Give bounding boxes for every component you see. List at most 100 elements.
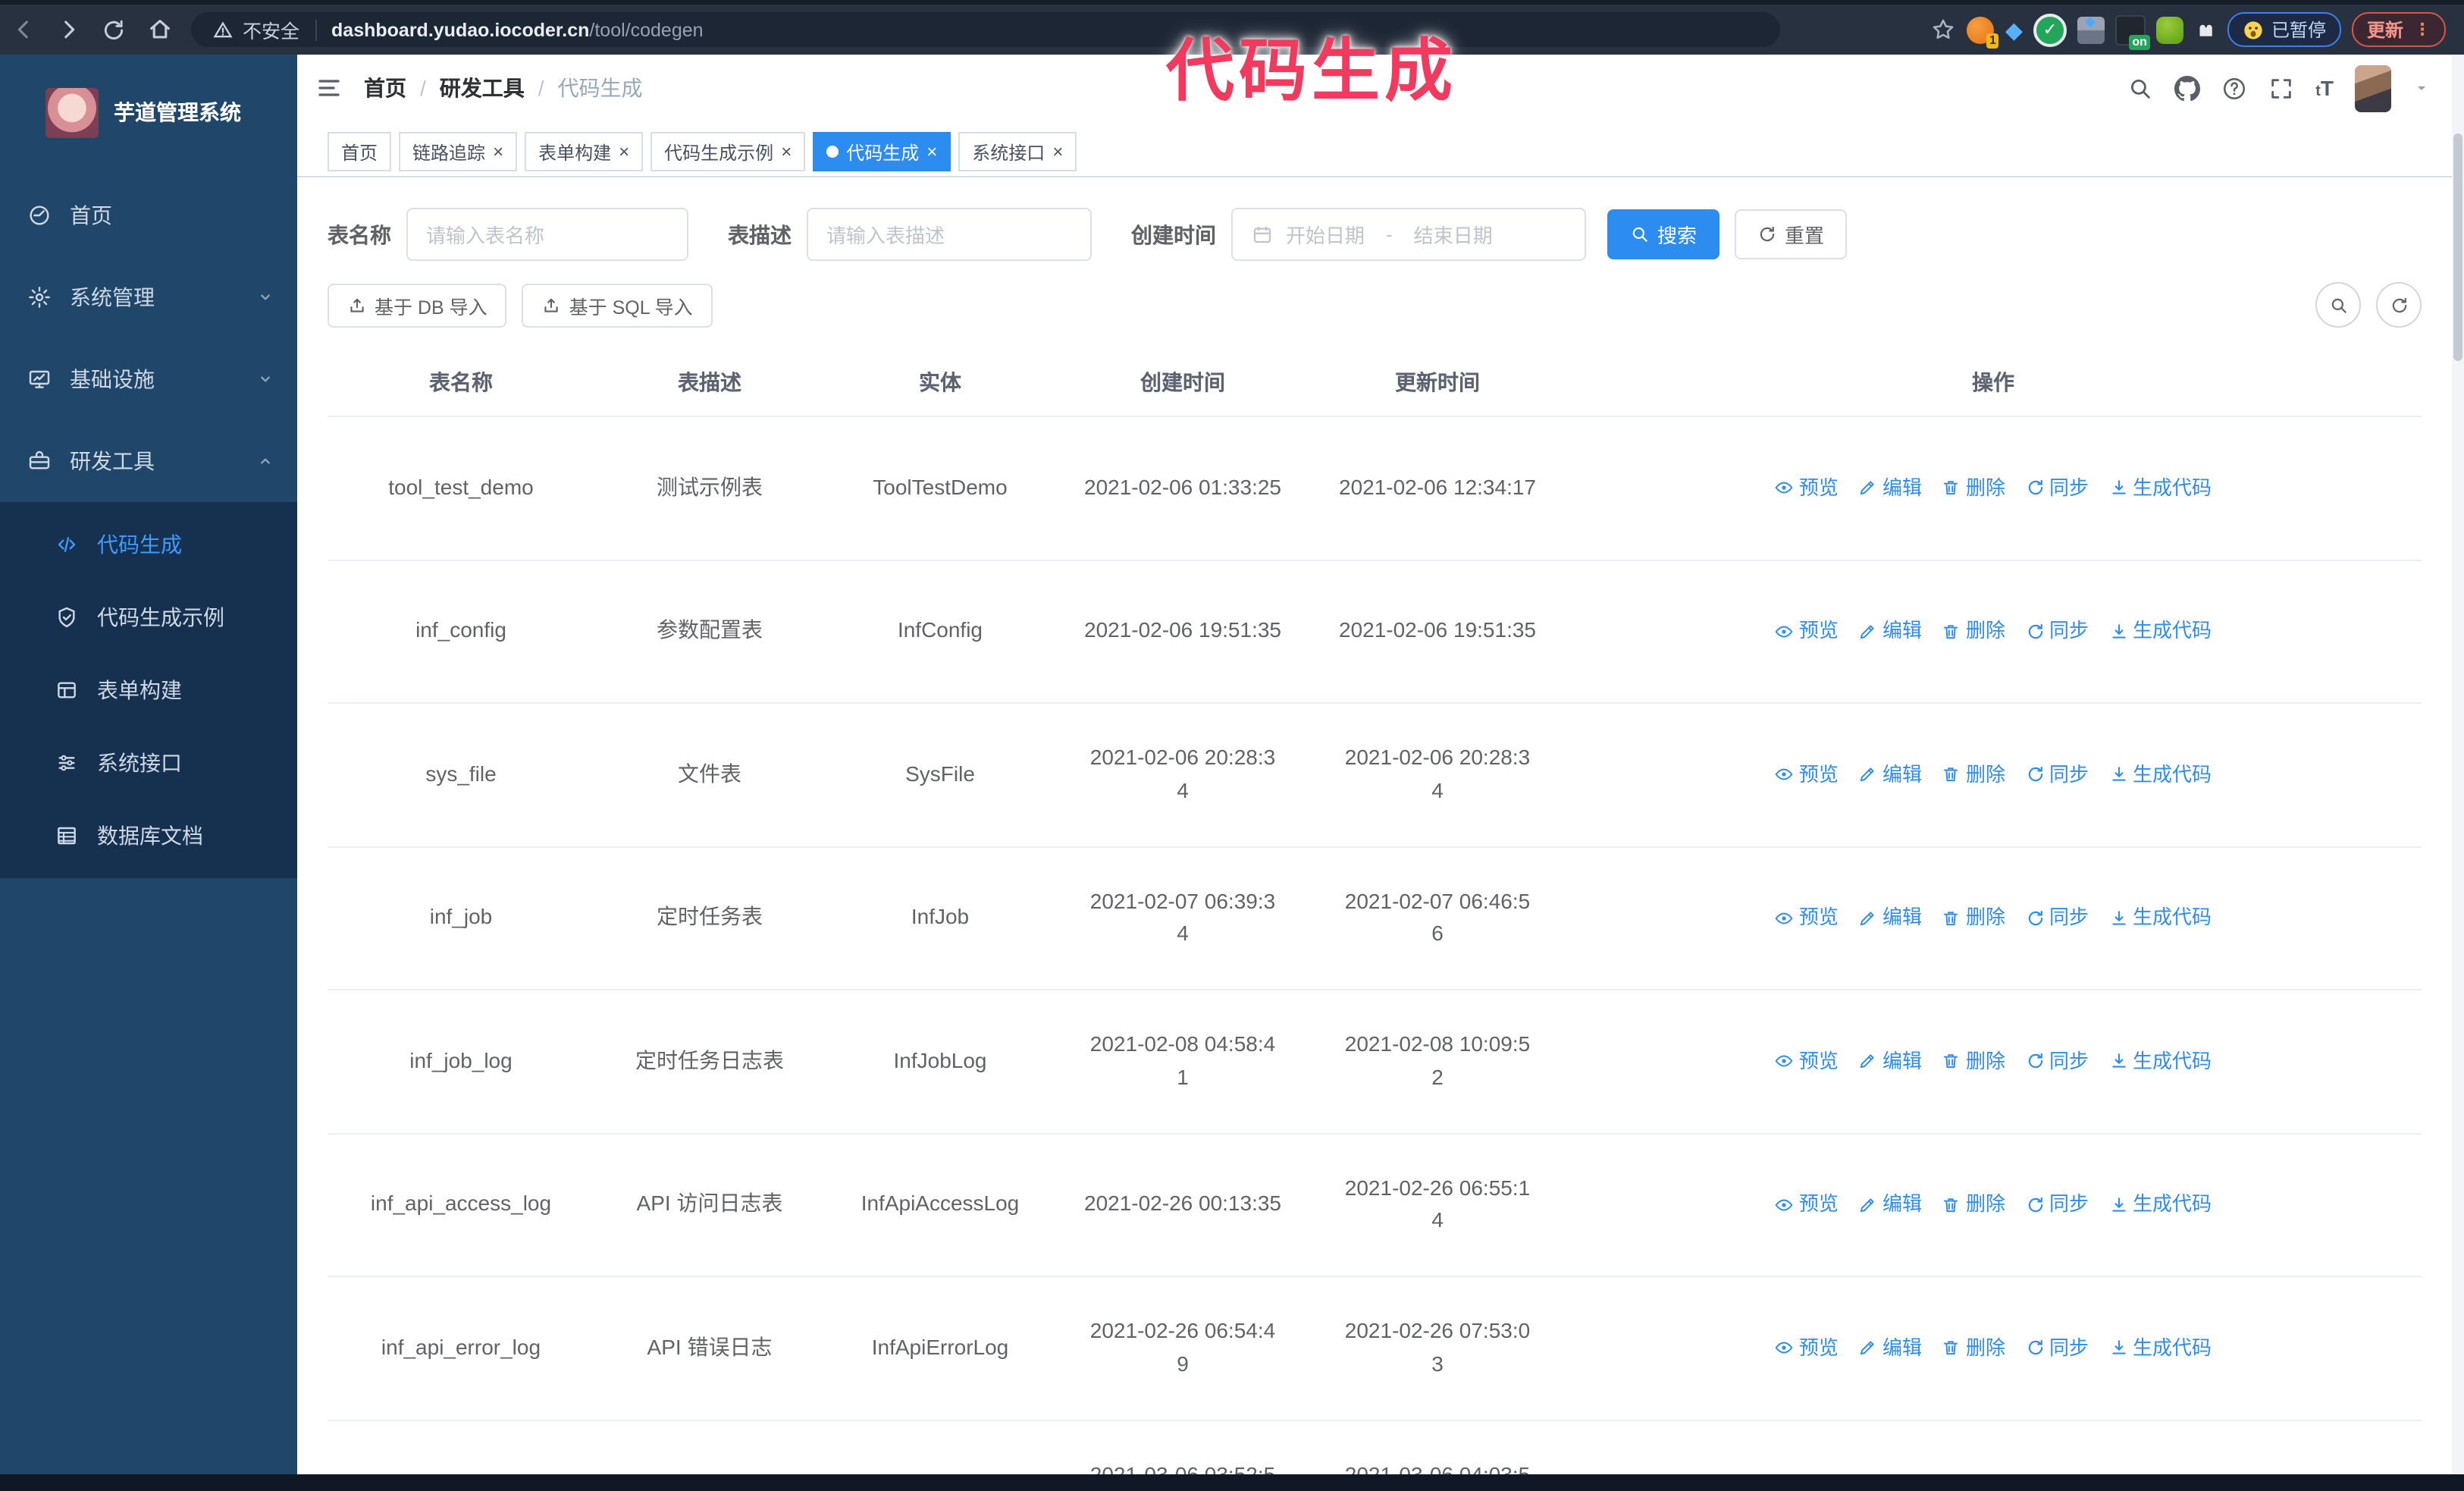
fullscreen-icon[interactable] (2268, 75, 2294, 101)
sync-link[interactable]: 同步 (2025, 1190, 2089, 1220)
tab-form-builder[interactable]: 表单构建 × (525, 132, 644, 171)
edit-link[interactable]: 编辑 (1858, 616, 1922, 646)
preview-link[interactable]: 预览 (1775, 902, 1839, 933)
start-date-input[interactable]: 开始日期 (1286, 220, 1365, 249)
browser-home-icon[interactable] (136, 10, 182, 49)
browser-menu-dots-icon[interactable]: ⋮ (2414, 21, 2431, 38)
sync-link[interactable]: 同步 (2025, 902, 2089, 933)
delete-link[interactable]: 删除 (1942, 616, 2005, 646)
delete-link[interactable]: 删除 (1942, 1190, 2005, 1220)
close-icon[interactable]: × (1052, 143, 1063, 161)
refresh-table-button[interactable] (2376, 282, 2422, 328)
page-scrollbar[interactable] (2452, 50, 2464, 1474)
end-date-input[interactable]: 结束日期 (1414, 220, 1493, 249)
sidebar-item-devtools[interactable]: 研发工具 (0, 420, 297, 502)
preview-link[interactable]: 预览 (1775, 1333, 1839, 1364)
preview-link[interactable]: 预览 (1775, 472, 1839, 503)
delete-link[interactable]: 删除 (1942, 1047, 2005, 1077)
import-db-button[interactable]: 基于 DB 导入 (328, 283, 507, 327)
reset-button[interactable]: 重置 (1735, 209, 1848, 259)
sidebar-item-form-builder[interactable]: 表单构建 (0, 654, 297, 727)
tab-codegen-demo[interactable]: 代码生成示例 × (650, 132, 806, 171)
cell-updated-time: 2021-02-06 19:51:35 (1310, 560, 1565, 705)
date-range-picker[interactable]: 开始日期 - 结束日期 (1231, 208, 1586, 261)
preview-link[interactable]: 预览 (1775, 1190, 1839, 1220)
cell-created-time: 2021-02-07 06:39:3 4 (1055, 846, 1310, 991)
active-tab-dot (826, 146, 839, 158)
table-name-input[interactable]: 请输入表名称 (406, 208, 688, 261)
sidebar-item-system-api[interactable]: 系统接口 (0, 727, 297, 799)
tampermonkey-paused-badge[interactable]: 已暂停 (2227, 12, 2341, 47)
edit-link[interactable]: 编辑 (1858, 759, 1922, 789)
header-search-icon[interactable] (2127, 75, 2153, 101)
sidebar-item-db-doc[interactable]: 数据库文档 (0, 799, 297, 872)
delete-link[interactable]: 删除 (1942, 759, 2005, 789)
sync-link[interactable]: 同步 (2025, 1047, 2089, 1077)
close-icon[interactable]: × (619, 143, 629, 161)
sidebar-item-codegen-demo[interactable]: 代码生成示例 (0, 581, 297, 654)
edit-link[interactable]: 编辑 (1858, 1333, 1922, 1364)
browser-update-button[interactable]: 更新 ⋮ (2351, 12, 2446, 47)
edit-link[interactable]: 编辑 (1858, 1190, 1922, 1220)
sidebar-item-home[interactable]: 首页 (0, 174, 297, 256)
check-extension-icon[interactable]: ✓ (2033, 13, 2067, 46)
delete-link[interactable]: 删除 (1942, 1333, 2005, 1364)
scrollbar-thumb[interactable] (2453, 133, 2462, 361)
breadcrumb-home[interactable]: 首页 (364, 73, 406, 103)
browser-reload-icon[interactable] (91, 10, 136, 49)
sync-link[interactable]: 同步 (2025, 759, 2089, 789)
close-icon[interactable]: × (926, 143, 937, 161)
sidebar-item-codegen[interactable]: 代码生成 (0, 508, 297, 581)
font-size-icon[interactable]: tT (2315, 76, 2334, 100)
table-desc-input[interactable]: 请输入表描述 (807, 208, 1092, 261)
close-icon[interactable]: × (493, 143, 503, 161)
edit-link[interactable]: 编辑 (1858, 1047, 1922, 1077)
sync-link[interactable]: 同步 (2025, 472, 2089, 503)
user-avatar[interactable] (2355, 64, 2391, 111)
edit-link[interactable]: 编辑 (1858, 472, 1922, 503)
colorpicker-extension-icon[interactable]: 1 (1967, 16, 1999, 48)
generate-code-link[interactable]: 生成代码 (2108, 1333, 2212, 1364)
generate-code-link[interactable]: 生成代码 (2108, 1047, 2212, 1077)
help-question-icon[interactable] (2221, 75, 2247, 101)
toggle-search-button[interactable] (2315, 282, 2361, 328)
generate-code-link[interactable]: 生成代码 (2108, 472, 2212, 503)
delete-link[interactable]: 删除 (1942, 902, 2005, 933)
sidebar-item-system[interactable]: 系统管理 (0, 256, 297, 338)
close-icon[interactable]: × (781, 143, 792, 161)
edit-link[interactable]: 编辑 (1858, 902, 1922, 933)
generate-code-link[interactable]: 生成代码 (2108, 1190, 2212, 1220)
sync-link[interactable]: 同步 (2025, 1333, 2089, 1364)
browser-back-icon[interactable] (0, 10, 45, 49)
search-button[interactable]: 搜索 (1607, 209, 1720, 259)
browser-forward-icon[interactable] (45, 10, 91, 49)
green-extension-icon[interactable] (2155, 16, 2183, 43)
cell-operations: 预览 编辑 删除 同步 生成代码 (1565, 416, 2422, 561)
import-sql-button[interactable]: 基于 SQL 导入 (522, 283, 713, 327)
tab-home[interactable]: 首页 (328, 132, 392, 171)
gem-extension-icon[interactable]: ◆ (2005, 16, 2023, 43)
avatar-caret-down-icon[interactable] (2412, 79, 2431, 97)
extensions-puzzle-icon[interactable] (2194, 18, 2217, 41)
preview-link[interactable]: 预览 (1775, 616, 1839, 646)
sidebar-logo[interactable]: 芋道管理系统 (0, 50, 297, 174)
hamburger-icon[interactable] (315, 74, 343, 102)
tab-codegen[interactable]: 代码生成 × (813, 132, 951, 171)
preview-link[interactable]: 预览 (1775, 1047, 1839, 1077)
generate-code-link[interactable]: 生成代码 (2108, 759, 2212, 789)
delete-link[interactable]: 删除 (1942, 472, 2005, 503)
address-bar[interactable]: 不安全 dashboard.yudao.iocoder.cn /tool/cod… (191, 12, 1780, 47)
sync-link[interactable]: 同步 (2025, 616, 2089, 646)
tab-tracing[interactable]: 链路追踪 × (399, 132, 518, 171)
generate-code-link[interactable]: 生成代码 (2108, 616, 2212, 646)
download-icon (2108, 909, 2128, 928)
github-icon[interactable] (2174, 75, 2200, 101)
grid-extension-icon[interactable]: ◆ (2077, 13, 2105, 43)
generate-code-link[interactable]: 生成代码 (2108, 902, 2212, 933)
sidebar-item-infra[interactable]: 基础设施 (0, 338, 297, 420)
preview-link[interactable]: 预览 (1775, 759, 1839, 789)
tab-system-api[interactable]: 系统接口 × (958, 132, 1077, 171)
on-badge-extension-icon[interactable]: on (2114, 14, 2150, 49)
bookmark-star-icon[interactable] (1931, 17, 1957, 42)
breadcrumb-group[interactable]: 研发工具 (440, 73, 525, 103)
